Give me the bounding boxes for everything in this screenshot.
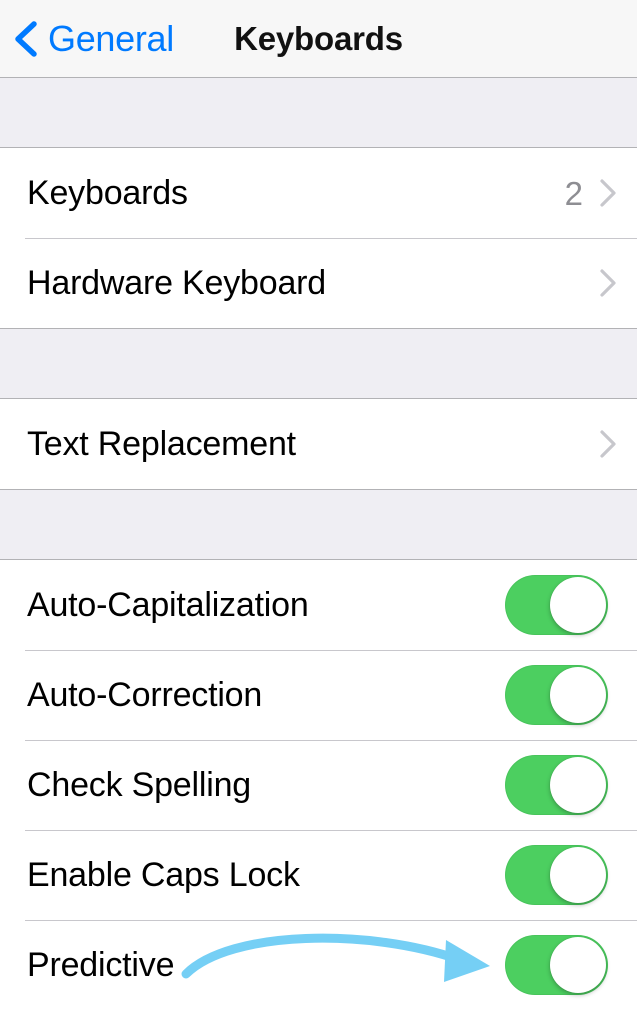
row-label: Hardware Keyboard bbox=[27, 264, 326, 302]
switch-knob bbox=[550, 937, 606, 993]
row-label: Predictive bbox=[27, 946, 175, 984]
row-accessory: 2 bbox=[565, 177, 637, 210]
navigation-bar: General Keyboards bbox=[0, 0, 637, 78]
row-auto-correction[interactable]: Auto-Correction bbox=[0, 650, 637, 740]
row-hardware-keyboard[interactable]: Hardware Keyboard bbox=[0, 238, 637, 328]
chevron-right-icon bbox=[600, 430, 616, 458]
settings-group-text-replacement: Text Replacement bbox=[0, 399, 637, 489]
row-accessory bbox=[505, 845, 637, 905]
row-keyboards[interactable]: Keyboards 2 bbox=[0, 148, 637, 238]
row-accessory bbox=[505, 665, 637, 725]
switch-knob bbox=[550, 847, 606, 903]
section-spacer-top bbox=[0, 78, 637, 148]
auto-correction-switch[interactable] bbox=[505, 665, 608, 725]
enable-caps-lock-switch[interactable] bbox=[505, 845, 608, 905]
row-label: Auto-Correction bbox=[27, 676, 263, 714]
row-accessory bbox=[505, 755, 637, 815]
chevron-left-icon bbox=[15, 20, 37, 57]
chevron-right-icon bbox=[600, 269, 616, 297]
predictive-switch[interactable] bbox=[505, 935, 608, 995]
row-accessory bbox=[505, 935, 637, 995]
row-text-replacement[interactable]: Text Replacement bbox=[0, 399, 637, 489]
row-label: Text Replacement bbox=[27, 425, 296, 463]
row-label: Keyboards bbox=[27, 174, 188, 212]
row-predictive[interactable]: Predictive bbox=[0, 920, 637, 1010]
row-accessory bbox=[599, 429, 637, 459]
section-spacer-2 bbox=[0, 489, 637, 560]
switch-knob bbox=[550, 577, 606, 633]
row-enable-caps-lock[interactable]: Enable Caps Lock bbox=[0, 830, 637, 920]
chevron-right-icon bbox=[600, 179, 616, 207]
row-label: Auto-Capitalization bbox=[27, 586, 309, 624]
switch-knob bbox=[550, 667, 606, 723]
settings-group-typing-options: Auto-Capitalization Auto-Correction Chec… bbox=[0, 560, 637, 1010]
row-label: Enable Caps Lock bbox=[27, 856, 300, 894]
switch-knob bbox=[550, 757, 606, 813]
row-accessory bbox=[505, 575, 637, 635]
row-value: 2 bbox=[564, 174, 583, 212]
row-label: Check Spelling bbox=[27, 766, 251, 804]
row-accessory bbox=[599, 268, 637, 298]
auto-capitalization-switch[interactable] bbox=[505, 575, 608, 635]
settings-group-keyboards: Keyboards 2 Hardware Keyboard bbox=[0, 148, 637, 328]
section-spacer-1 bbox=[0, 328, 637, 399]
row-check-spelling[interactable]: Check Spelling bbox=[0, 740, 637, 830]
back-button-label: General bbox=[48, 17, 174, 59]
row-auto-capitalization[interactable]: Auto-Capitalization bbox=[0, 560, 637, 650]
back-button[interactable]: General bbox=[12, 0, 174, 77]
check-spelling-switch[interactable] bbox=[505, 755, 608, 815]
